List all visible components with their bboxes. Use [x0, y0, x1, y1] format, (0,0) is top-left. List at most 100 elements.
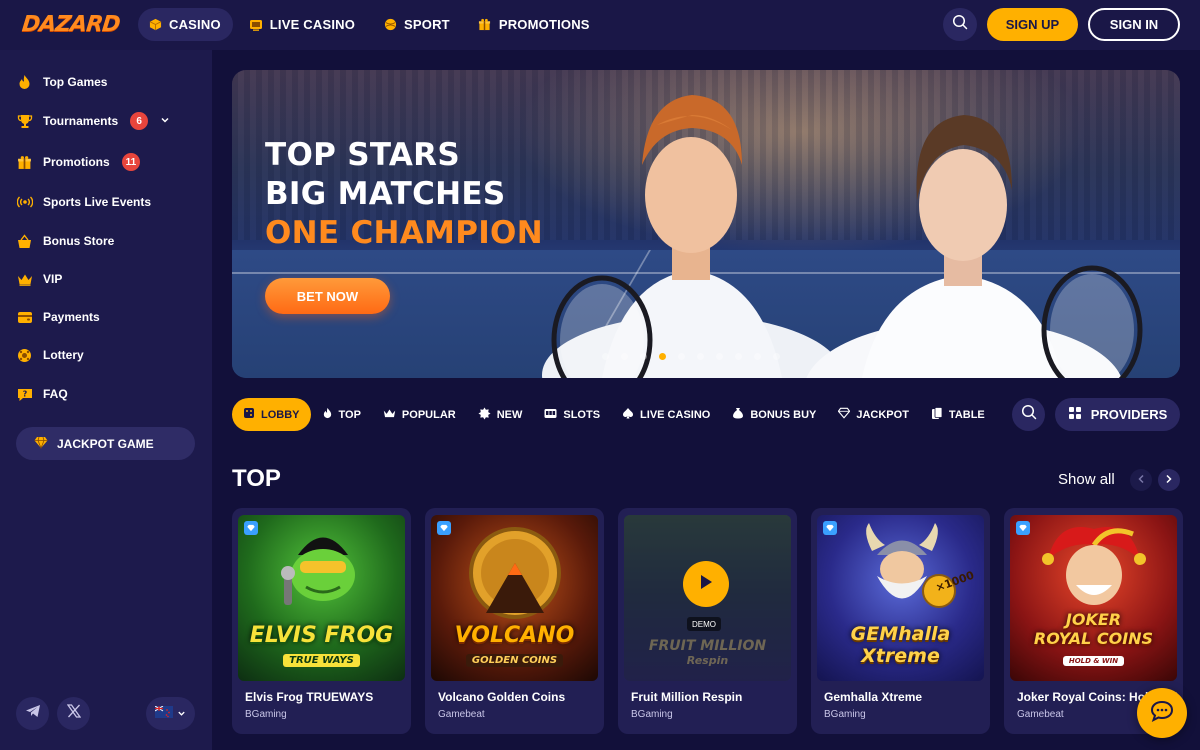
game-provider: Gamebeat: [1017, 709, 1064, 720]
tab-label: LOBBY: [261, 408, 300, 421]
tab-live-casino[interactable]: LIVE CASINO: [611, 398, 721, 431]
slot-machine-icon: [544, 407, 557, 422]
chevron-left-icon: [1137, 471, 1145, 489]
tab-new[interactable]: NEW: [467, 398, 534, 431]
sidebar-item-top-games[interactable]: Top Games: [16, 69, 107, 95]
game-thumbnail[interactable]: ELVIS FROG TRUE WAYS: [238, 515, 405, 681]
demo-button[interactable]: DEMO: [687, 617, 721, 631]
show-all-link[interactable]: Show all: [1058, 471, 1115, 488]
game-search-button[interactable]: [1012, 398, 1045, 431]
carousel-dot[interactable]: [773, 353, 780, 360]
game-card[interactable]: VOLCANO GOLDEN COINS Volcano Golden Coin…: [425, 508, 604, 734]
nav-promotions[interactable]: PROMOTIONS: [468, 8, 602, 41]
jackpot-gem-icon: [823, 521, 837, 535]
hero-banner[interactable]: TOP STARS BIG MATCHES ONE CHAMPION BET N…: [232, 70, 1180, 378]
game-provider: BGaming: [245, 709, 287, 720]
header-actions: SIGN UP SIGN IN: [943, 8, 1180, 41]
nav-casino[interactable]: CASINO: [138, 8, 233, 41]
tab-label: NEW: [496, 408, 523, 421]
frog-illustration: [281, 537, 355, 605]
search-icon: [1021, 404, 1037, 425]
game-thumbnail[interactable]: JOKER ROYAL COINS HOLD & WIN: [1010, 515, 1177, 681]
game-thumbnail[interactable]: ×1000 GEMhalla Xtreme: [817, 515, 984, 681]
carousel-dot[interactable]: [602, 353, 609, 360]
category-tabs: LOBBY TOP POPULAR NEW SLOTS LIVE CASINO …: [232, 398, 996, 431]
search-button[interactable]: [943, 8, 977, 41]
banner-line-3: ONE CHAMPION: [265, 215, 543, 251]
sign-up-button[interactable]: SIGN UP: [987, 8, 1078, 41]
x-twitter-button[interactable]: [57, 697, 90, 730]
broadcast-icon: [16, 194, 33, 211]
game-name: Volcano Golden Coins: [438, 690, 566, 704]
sign-in-button[interactable]: SIGN IN: [1088, 8, 1180, 41]
gold-coin-illustration: [469, 527, 561, 619]
nav-live-casino[interactable]: LIVE CASINO: [239, 8, 367, 41]
game-art-title: JOKER ROYAL COINS HOLD & WIN: [1033, 610, 1154, 666]
game-art-title: ELVIS FROG TRUE WAYS: [249, 623, 394, 667]
tournaments-count-badge: 6: [130, 112, 149, 130]
carousel-dot[interactable]: [640, 353, 647, 360]
chevron-right-icon: [1165, 471, 1173, 489]
providers-button[interactable]: PROVIDERS: [1055, 398, 1180, 431]
tab-bonus-buy[interactable]: BONUS BUY: [721, 398, 827, 431]
carousel-next-button[interactable]: [1158, 469, 1180, 491]
jackpot-gem-icon: [838, 407, 851, 422]
game-art-title: FRUIT MILLION Respin: [648, 638, 767, 667]
game-card[interactable]: FRUIT MILLION Respin DEMO Fruit Million …: [618, 508, 797, 734]
carousel-dot[interactable]: [697, 353, 704, 360]
sidebar-item-payments[interactable]: Payments: [16, 304, 100, 330]
chevron-down-icon[interactable]: [160, 114, 170, 128]
jackpot-game-button[interactable]: JACKPOT GAME: [16, 427, 195, 460]
tab-jackpot[interactable]: JACKPOT: [827, 398, 920, 431]
tab-label: POPULAR: [401, 408, 456, 421]
dice-icon: [243, 407, 255, 422]
carousel-dot[interactable]: [621, 353, 628, 360]
play-icon: [698, 573, 714, 596]
carousel-dot[interactable]: [659, 353, 666, 360]
tab-lobby[interactable]: LOBBY: [232, 398, 311, 431]
basket-icon: [16, 233, 33, 250]
tab-label: TABLE: [948, 408, 985, 421]
crown-icon: [16, 271, 33, 288]
sport-ball-icon: [383, 18, 397, 32]
tab-top[interactable]: TOP: [311, 398, 372, 431]
bet-now-button[interactable]: BET NOW: [265, 278, 390, 314]
nz-flag-icon: [154, 705, 173, 723]
carousel-dot[interactable]: [754, 353, 761, 360]
nav-sport[interactable]: SPORT: [373, 8, 462, 41]
carousel-prev-button[interactable]: [1130, 469, 1152, 491]
sidebar-item-tournaments[interactable]: Tournaments 6: [16, 108, 170, 134]
telegram-button[interactable]: [16, 697, 49, 730]
carousel-dot[interactable]: [678, 353, 685, 360]
sidebar-item-sports-live-events[interactable]: Sports Live Events: [16, 189, 151, 215]
game-card[interactable]: ×1000 GEMhalla Xtreme Gemhalla Xtreme BG…: [811, 508, 990, 734]
carousel-dot[interactable]: [716, 353, 723, 360]
tab-label: JACKPOT: [856, 408, 909, 421]
logo[interactable]: DAZARD: [21, 12, 121, 37]
sidebar-item-lottery[interactable]: Lottery: [16, 342, 84, 368]
sidebar-item-promotions[interactable]: Promotions 11: [16, 149, 141, 175]
tab-label: SLOTS: [563, 408, 601, 421]
live-chat-button[interactable]: [1137, 688, 1187, 738]
grid-icon: [1068, 406, 1082, 423]
sidebar-item-bonus-store[interactable]: Bonus Store: [16, 228, 114, 254]
live-tv-icon: [249, 18, 263, 32]
jackpot-gem-icon: [437, 521, 451, 535]
tab-popular[interactable]: POPULAR: [372, 398, 467, 431]
x-twitter-icon: [66, 704, 81, 723]
banner-line-2: BIG MATCHES: [265, 176, 506, 212]
sidebar-item-faq[interactable]: ? FAQ: [16, 381, 68, 407]
carousel-dot[interactable]: [735, 353, 742, 360]
game-thumbnail[interactable]: VOLCANO GOLDEN COINS: [431, 515, 598, 681]
nav-label: LIVE CASINO: [269, 17, 356, 32]
top-games-row: ELVIS FROG TRUE WAYS Elvis Frog TRUEWAYS…: [232, 508, 1183, 734]
play-button[interactable]: [683, 561, 729, 607]
sidebar-item-vip[interactable]: VIP: [16, 266, 62, 292]
tab-slots[interactable]: SLOTS: [533, 398, 611, 431]
game-card[interactable]: ELVIS FROG TRUE WAYS Elvis Frog TRUEWAYS…: [232, 508, 411, 734]
language-selector[interactable]: [146, 697, 195, 730]
game-name: Fruit Million Respin: [631, 690, 743, 704]
tab-table[interactable]: TABLE: [920, 398, 996, 431]
game-thumbnail[interactable]: FRUIT MILLION Respin DEMO: [624, 515, 791, 681]
gift-icon: [478, 18, 492, 32]
